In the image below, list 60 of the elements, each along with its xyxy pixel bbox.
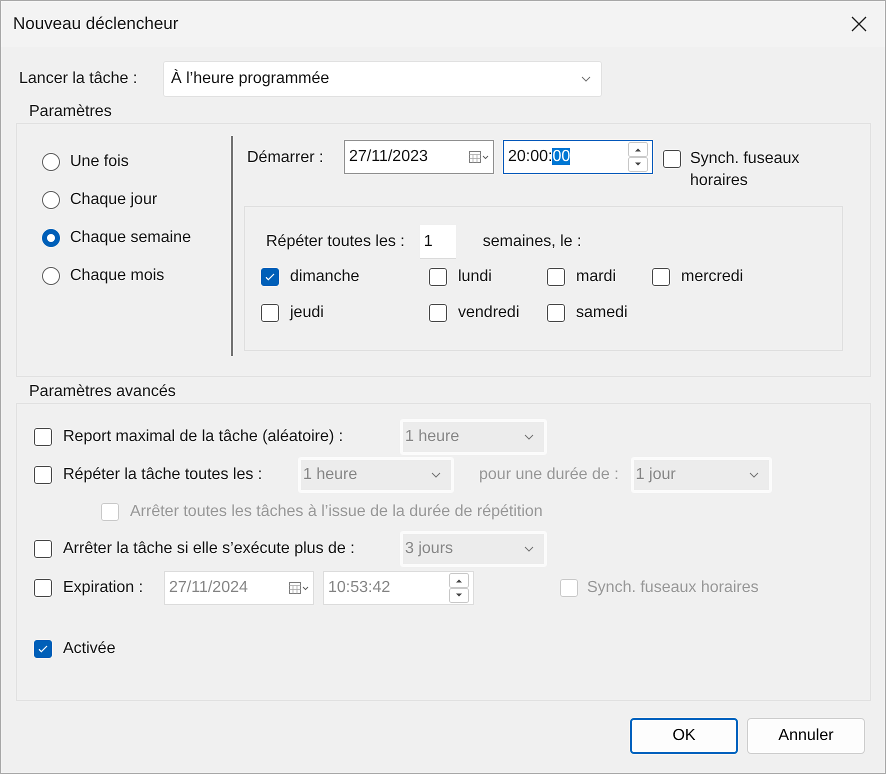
radio-button[interactable] [42,267,60,285]
radio-label[interactable]: Chaque semaine [70,229,191,247]
checkbox[interactable] [652,268,670,286]
group-title: Paramètres [28,102,113,122]
dialog-button[interactable]: Annuler [747,718,865,754]
chevron-down-icon [431,472,441,478]
radio-label[interactable]: Une fois [70,153,129,171]
checkmark-icon [264,271,276,283]
checkbox[interactable] [34,540,52,558]
checkbox-label[interactable]: jeudi [290,304,324,322]
chevron-down-icon [524,434,534,440]
checkbox[interactable] [429,268,447,286]
radio-button[interactable] [42,153,60,171]
checkbox[interactable] [429,304,447,322]
dialog-button[interactable]: OK [630,718,738,754]
checkbox-label[interactable]: Report maximal de la tâche (aléatoire) : [63,428,344,446]
calendar-icon [469,151,489,163]
calendar-icon [289,582,309,594]
checkbox[interactable] [34,640,52,658]
checkbox-label[interactable]: Synch. fuseaux horaires [690,148,800,192]
checkbox[interactable] [34,428,52,446]
checkbox[interactable] [261,268,279,286]
checkbox-label[interactable]: vendredi [458,304,520,322]
chevron-down-icon [748,472,759,478]
checkbox-label[interactable]: Expiration : [63,579,144,597]
checkbox-label[interactable]: lundi [458,268,492,286]
duration-label: pour une durée de : [479,466,619,484]
spinner-arrows-icon[interactable] [628,142,648,172]
checkmark-icon [37,643,49,655]
unit-label: semaines, le : [482,233,582,251]
checkbox-label[interactable]: dimanche [290,268,360,286]
checkbox-label[interactable]: mercredi [681,268,744,286]
chevron-down-icon [524,546,534,552]
number-field[interactable]: 1 [420,225,456,259]
checkbox[interactable] [34,579,52,597]
checkbox[interactable] [34,466,52,484]
repeat-label: Répéter toutes les : [266,233,405,251]
spinner-arrows-icon[interactable] [449,573,469,603]
radio-button[interactable] [42,191,60,209]
window-title: Nouveau déclencheur [13,14,178,34]
checkbox[interactable] [547,268,565,286]
checkbox-label[interactable]: Répéter la tâche toutes les : [63,466,262,484]
checkbox-label[interactable]: mardi [576,268,616,286]
checkbox-label[interactable]: Activée [63,640,116,658]
start-label: Démarrer : [247,148,324,167]
group-title: Paramètres avancés [28,382,177,402]
chevron-down-icon [581,76,591,82]
close-icon[interactable] [851,16,867,32]
checkbox[interactable] [547,304,565,322]
radio-label[interactable]: Chaque jour [70,191,158,209]
radio-label[interactable]: Chaque mois [70,267,164,285]
checkbox[interactable] [663,150,681,168]
checkbox-label[interactable]: Arrêter la tâche si elle s’exécute plus de : [63,540,355,558]
dropdown[interactable]: À l’heure programmée [163,61,602,97]
checkbox[interactable] [261,304,279,322]
radio-button[interactable] [42,229,60,247]
date-field[interactable]: 27/11/2023 [344,140,494,174]
checkbox-label[interactable]: samedi [576,304,628,322]
time-field[interactable]: 20:00:00 [503,140,653,174]
launch-label: Lancer la tâche : [19,70,138,88]
